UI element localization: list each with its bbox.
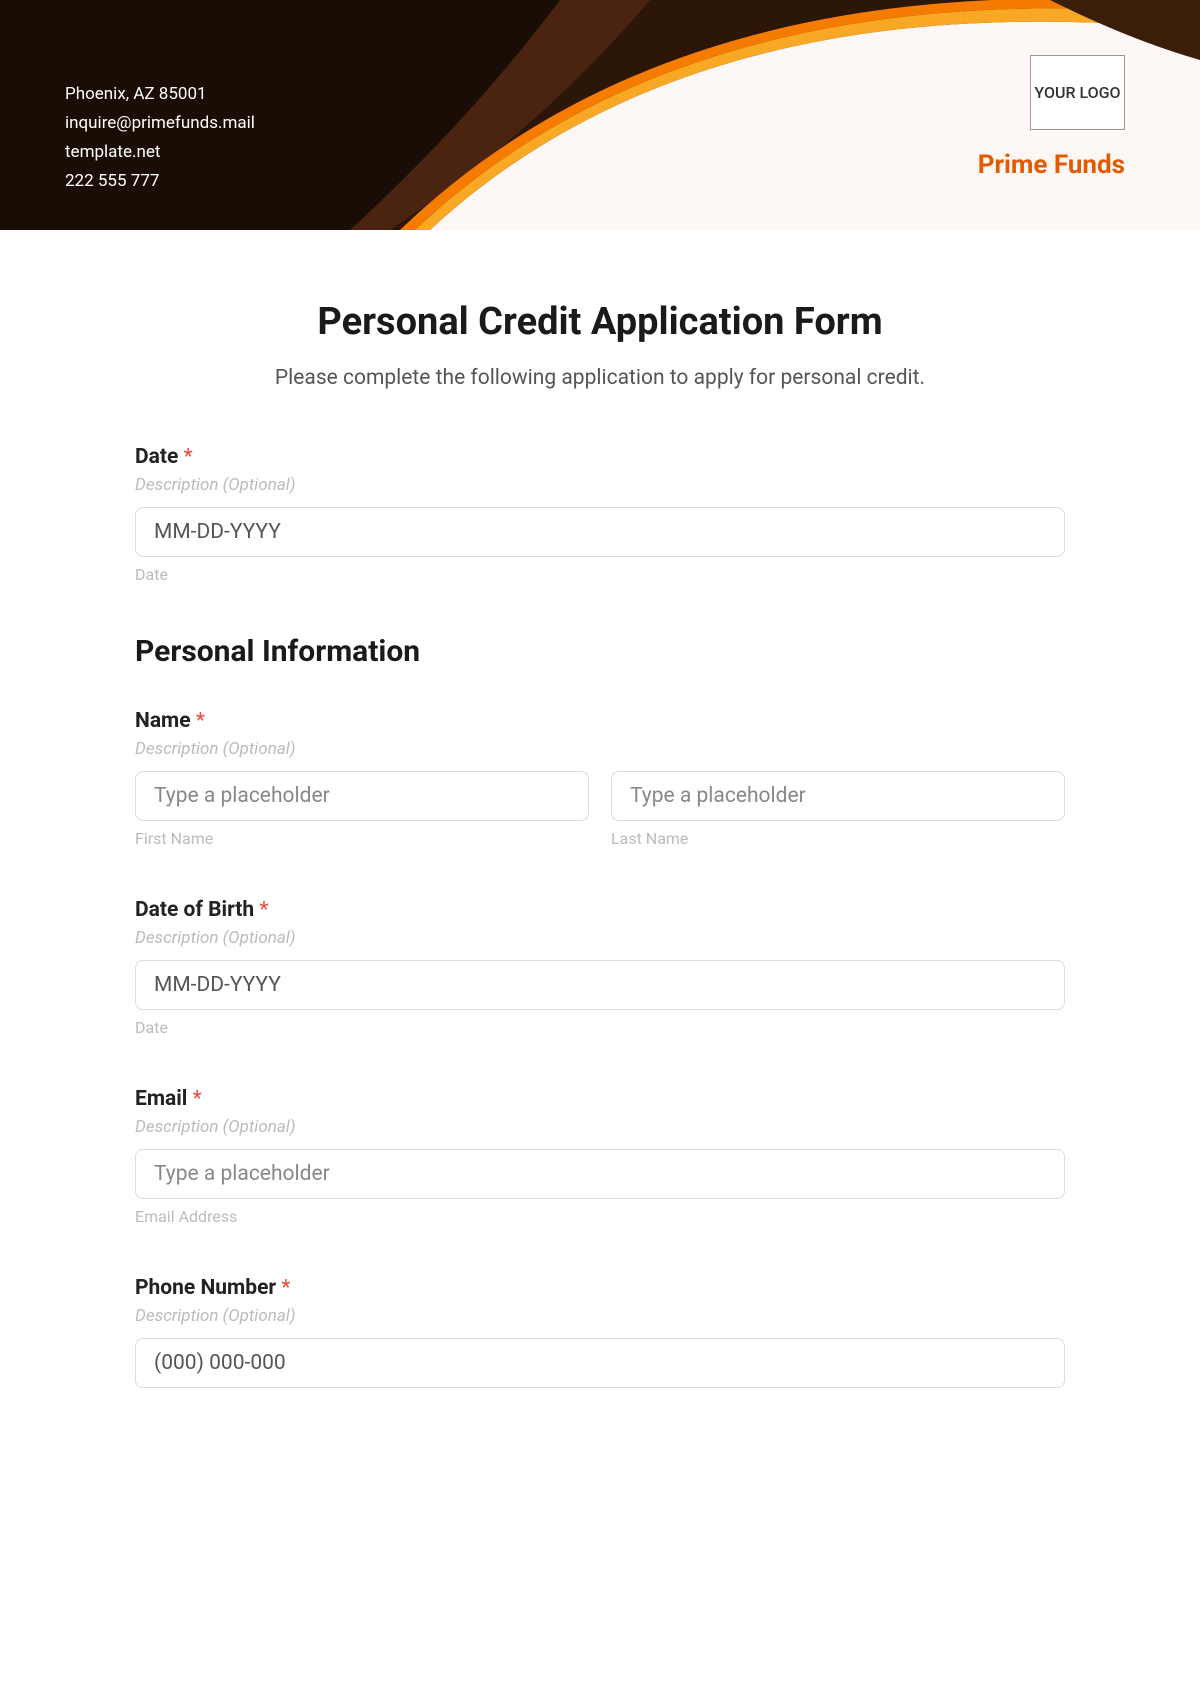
dob-input[interactable] bbox=[135, 960, 1065, 1010]
phone-label: Phone Number * bbox=[135, 1276, 1065, 1300]
contact-info: Phoenix, AZ 85001 inquire@primefunds.mai… bbox=[65, 80, 255, 196]
page-subtitle: Please complete the following applicatio… bbox=[135, 366, 1065, 390]
field-email: Email * Description (Optional) Email Add… bbox=[135, 1087, 1065, 1226]
letterhead: Phoenix, AZ 85001 inquire@primefunds.mai… bbox=[0, 0, 1200, 230]
contact-email: inquire@primefunds.mail bbox=[65, 109, 255, 138]
form-body: Personal Credit Application Form Please … bbox=[135, 230, 1065, 1428]
section-personal-info: Personal Information bbox=[135, 634, 1065, 669]
field-name: Name * Description (Optional) First Name… bbox=[135, 709, 1065, 848]
phone-description[interactable]: Description (Optional) bbox=[135, 1306, 1065, 1326]
email-description[interactable]: Description (Optional) bbox=[135, 1117, 1065, 1137]
date-description[interactable]: Description (Optional) bbox=[135, 475, 1065, 495]
logo-placeholder: YOUR LOGO bbox=[1030, 55, 1125, 130]
logo-text: YOUR LOGO bbox=[1034, 84, 1120, 102]
email-input[interactable] bbox=[135, 1149, 1065, 1199]
email-label: Email * bbox=[135, 1087, 1065, 1111]
first-name-sublabel: First Name bbox=[135, 829, 589, 848]
name-description[interactable]: Description (Optional) bbox=[135, 739, 1065, 759]
field-phone: Phone Number * Description (Optional) bbox=[135, 1276, 1065, 1388]
last-name-input[interactable] bbox=[611, 771, 1065, 821]
contact-address: Phoenix, AZ 85001 bbox=[65, 80, 255, 109]
dob-sublabel: Date bbox=[135, 1018, 1065, 1037]
date-input[interactable] bbox=[135, 507, 1065, 557]
date-label: Date * bbox=[135, 445, 1065, 469]
dob-description[interactable]: Description (Optional) bbox=[135, 928, 1065, 948]
phone-input[interactable] bbox=[135, 1338, 1065, 1388]
dob-label: Date of Birth * bbox=[135, 898, 1065, 922]
field-date: Date * Description (Optional) Date bbox=[135, 445, 1065, 584]
last-name-sublabel: Last Name bbox=[611, 829, 1065, 848]
brand-name: Prime Funds bbox=[978, 150, 1125, 180]
name-label: Name * bbox=[135, 709, 1065, 733]
first-name-input[interactable] bbox=[135, 771, 589, 821]
contact-phone: 222 555 777 bbox=[65, 167, 255, 196]
page-title: Personal Credit Application Form bbox=[135, 300, 1065, 344]
date-sublabel: Date bbox=[135, 565, 1065, 584]
email-sublabel: Email Address bbox=[135, 1207, 1065, 1226]
field-dob: Date of Birth * Description (Optional) D… bbox=[135, 898, 1065, 1037]
contact-website: template.net bbox=[65, 138, 255, 167]
